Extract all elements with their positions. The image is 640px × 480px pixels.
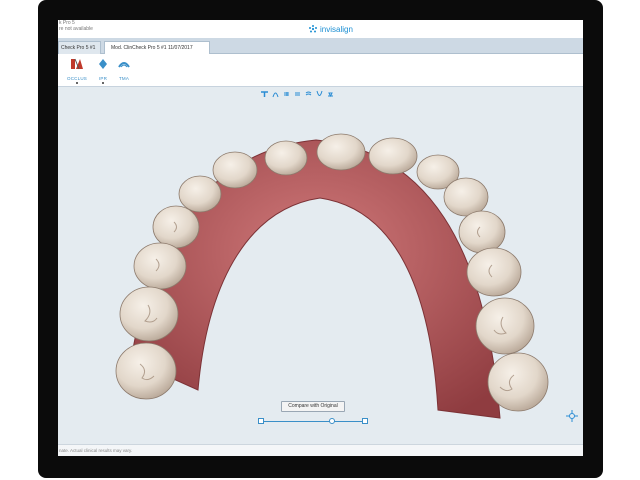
stage-slider[interactable]	[258, 417, 368, 427]
tooth	[178, 175, 222, 213]
ipr-tool-button[interactable]: IPR	[96, 57, 110, 84]
navigation-compass-icon[interactable]	[566, 410, 578, 422]
dental-arch-model[interactable]	[58, 88, 583, 436]
tooth	[475, 297, 535, 355]
tooth	[458, 210, 506, 254]
occlusion-tool-button[interactable]: OCCLUS	[62, 57, 92, 84]
tool-label: OCCLUS	[67, 76, 87, 81]
dropdown-dot-icon	[102, 82, 104, 84]
compare-with-original-button[interactable]: Compare with Original	[281, 401, 345, 412]
tma-tool-button[interactable]: TMA	[116, 57, 132, 81]
tab-clincheck-pro[interactable]: Check Pro 5 #1	[58, 41, 101, 54]
dropdown-dot-icon	[76, 82, 78, 84]
tool-label: TMA	[118, 76, 130, 81]
tooth	[264, 140, 308, 176]
disclaimer-text: nate. Actual clinical results may vary.	[59, 448, 133, 453]
occlusion-icon	[71, 58, 83, 70]
app-header: k Pro 5 re not available invisalign	[58, 20, 583, 38]
tooth	[487, 352, 549, 412]
tool-label: IPR	[98, 76, 108, 81]
tma-icon	[118, 62, 130, 68]
tab-label: Check Pro 5 #1	[61, 45, 96, 51]
patient-info: k Pro 5 re not available	[59, 20, 93, 32]
slider-track[interactable]	[261, 421, 365, 422]
brand-name: invisalign	[320, 24, 353, 34]
tooth	[115, 342, 177, 400]
tooth	[316, 133, 366, 171]
tooth	[212, 151, 258, 189]
3d-viewport[interactable]	[58, 88, 583, 436]
tooth	[466, 247, 522, 297]
patient-info-line2: re not available	[59, 26, 93, 32]
ipr-diamond-icon	[99, 59, 107, 69]
tooth	[443, 177, 489, 217]
app-screen: k Pro 5 re not available invisalign Chec…	[58, 20, 583, 456]
slider-start-handle[interactable]	[258, 418, 264, 424]
tab-label: Mod. ClinCheck Pro 5 #1 11/07/2017	[111, 45, 193, 51]
tab-modified-clincheck[interactable]: Mod. ClinCheck Pro 5 #1 11/07/2017	[104, 41, 210, 54]
invisalign-logo-icon	[309, 25, 317, 33]
toolbar: OCCLUS IPR TMA	[58, 54, 583, 87]
tooth	[368, 137, 418, 175]
footer-disclaimer: nate. Actual clinical results may vary.	[58, 444, 583, 456]
tab-bar: Check Pro 5 #1 Mod. ClinCheck Pro 5 #1 1…	[58, 38, 583, 54]
brand-logo: invisalign	[308, 24, 353, 34]
tooth	[133, 242, 187, 290]
slider-knob[interactable]	[329, 418, 335, 424]
slider-end-handle[interactable]	[362, 418, 368, 424]
